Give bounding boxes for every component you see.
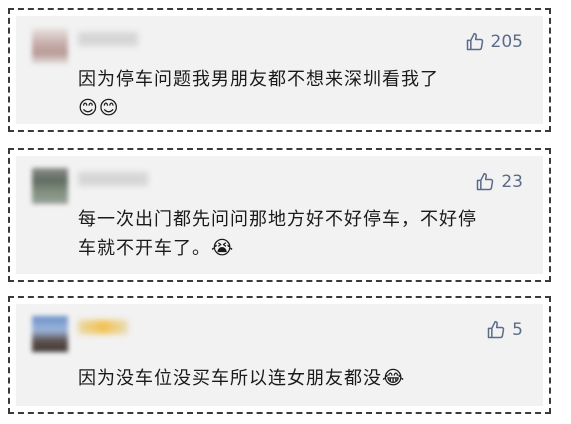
username-blurred[interactable] bbox=[78, 172, 148, 186]
like-button[interactable]: 205 bbox=[465, 32, 523, 52]
comment-text: 每一次出门都先问问那地方好不好停车，不好停 车就不开车了。😭 bbox=[78, 206, 477, 263]
comment-line: 因为没车位没买车所以连女朋友都没 bbox=[78, 368, 382, 389]
avatar[interactable] bbox=[32, 28, 68, 64]
thumbs-up-icon bbox=[487, 320, 505, 339]
comment-text: 因为停车问题我男朋友都不想来深圳看我了 😊😊 bbox=[78, 66, 439, 122]
comment-line: 因为停车问题我男朋友都不想来深圳看我了 bbox=[78, 69, 439, 90]
like-count: 205 bbox=[490, 32, 523, 52]
thumbs-up-icon bbox=[466, 32, 483, 51]
username-blurred[interactable] bbox=[78, 320, 128, 334]
avatar[interactable] bbox=[32, 316, 68, 352]
thumbs-up-icon bbox=[477, 172, 494, 191]
comment-card: 205 因为停车问题我男朋友都不想来深圳看我了 😊😊 bbox=[8, 8, 551, 132]
like-count: 5 bbox=[512, 320, 523, 340]
comment-text: 因为没车位没买车所以连女朋友都没😂 bbox=[78, 364, 405, 393]
comment-line: 车就不开车了。 bbox=[78, 238, 211, 259]
like-button[interactable]: 23 bbox=[475, 172, 523, 192]
like-button[interactable]: 5 bbox=[486, 320, 523, 340]
avatar[interactable] bbox=[32, 168, 68, 204]
username-blurred[interactable] bbox=[78, 32, 138, 46]
comment-card: 5 因为没车位没买车所以连女朋友都没😂 bbox=[8, 296, 551, 414]
like-count: 23 bbox=[501, 172, 523, 192]
tears-of-joy-emoji: 😂 bbox=[382, 367, 406, 389]
comment-line-2: 车就不开车了。😭 bbox=[78, 234, 477, 263]
comment-card: 23 每一次出门都先问问那地方好不好停车，不好停 车就不开车了。😭 bbox=[8, 148, 551, 282]
comment-line: 每一次出门都先问问那地方好不好停车，不好停 bbox=[78, 209, 477, 230]
smile-emoji: 😊😊 bbox=[78, 97, 120, 119]
crying-emoji: 😭 bbox=[211, 237, 235, 259]
